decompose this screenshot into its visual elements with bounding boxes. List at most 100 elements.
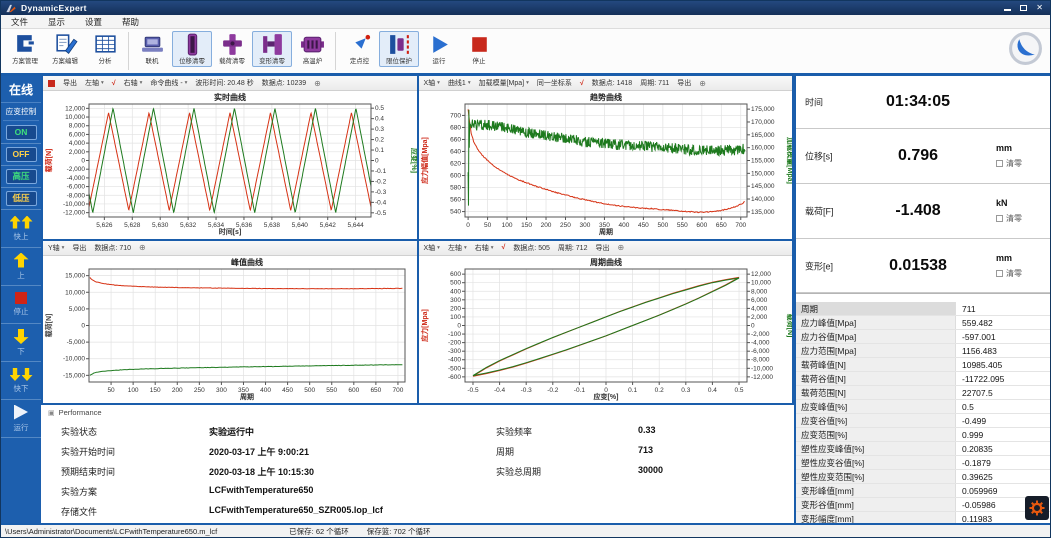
result-value: 0.20835 [956,442,1051,455]
menu-display[interactable]: 显示 [38,16,75,28]
result-row[interactable]: 应变谷值[%]-0.499 [796,414,1051,428]
svg-text:5,000: 5,000 [69,305,86,312]
chart-header-pin[interactable]: ⊕ [699,79,706,88]
menu-file[interactable]: 文件 [1,16,38,28]
maximize-button[interactable] [1020,5,1027,11]
chart-header-wave-time[interactable]: 波形时间: 20.48 秒 [195,78,253,88]
result-row[interactable]: 塑性应变范围[%]0.39625 [796,470,1051,484]
chart-header-data-points[interactable]: 数据点: 710 [94,243,131,253]
toolbar-scheme-edit[interactable]: 方案编辑 [45,31,85,67]
result-label: 应力范围[Mpa] [796,344,956,357]
toolbar-scheme-manage[interactable]: 方案管理 [5,31,45,67]
chart-header-check[interactable]: √ [501,244,505,251]
high-pressure-button[interactable]: 高压 [6,169,37,184]
result-row[interactable]: 变形幅度[mm]0.11983 [796,512,1051,523]
chart-header-right-axis[interactable]: 右轴▾ [475,243,494,253]
checkbox-label: 清零 [1006,158,1022,169]
chart-header-export[interactable]: 导出 [63,78,77,88]
chart-header-cycle[interactable]: 周期: 711 [640,78,669,88]
chart-header-cycle[interactable]: 周期: 712 [558,243,588,253]
zero-checkbox[interactable]: 清零 [996,213,1022,224]
chart-header-data-points[interactable]: 数据点: 1418 [592,78,632,88]
chart-header-command-curve[interactable]: 命令曲线 -▾ [150,78,187,88]
result-row[interactable]: 塑性应变谷值[%]-0.1879 [796,456,1051,470]
chart-header-check[interactable]: √ [580,80,584,87]
result-row[interactable]: 塑性应变峰值[%]0.20835 [796,442,1051,456]
jog-up[interactable]: 上 [1,248,41,286]
chart-header-pin[interactable]: ⊕ [314,79,321,88]
off-button[interactable]: OFF [6,147,37,162]
svg-text:时间[s]: 时间[s] [219,227,242,236]
result-row[interactable]: 应力峰值[Mpa]559.482 [796,316,1051,330]
result-row[interactable]: 载荷谷值[N]-11722.095 [796,372,1051,386]
chart-header-export[interactable]: 导出 [595,243,609,253]
chart-header-label: 波形时间: 20.48 秒 [195,78,253,88]
result-row[interactable]: 应力谷值[Mpa]-597.001 [796,330,1051,344]
zero-checkbox[interactable]: 清零 [996,158,1022,169]
result-row[interactable]: 载荷峰值[N]10985.405 [796,358,1051,372]
svg-text:640: 640 [450,148,461,155]
chart-header-y-axis[interactable]: Y轴▾ [48,243,64,253]
chart-header-export[interactable]: 导出 [72,243,86,253]
chart-header-pin[interactable]: ⊕ [617,243,624,252]
result-row[interactable]: 周期711 [796,302,1051,316]
result-row[interactable]: 应变范围[%]0.999 [796,428,1051,442]
toolbar-connect[interactable]: 联机 [132,31,172,67]
chart-header-right-axis[interactable]: 右轴▾ [124,78,143,88]
chart-header-x-axis[interactable]: X轴▾ [424,78,440,88]
toolbar-stop[interactable]: 停止 [459,31,499,67]
toolbar-run[interactable]: 运行 [419,31,459,67]
chart-header-left-axis[interactable]: 左轴▾ [85,78,104,88]
chart-header-label: 右轴 [124,78,138,88]
jog-stop[interactable]: 停止 [1,286,41,324]
chart-header-data-points[interactable]: 数据点: 505 [513,243,550,253]
chart-marker-icon[interactable] [48,80,55,87]
menu-help[interactable]: 帮助 [112,16,149,28]
minimize-button[interactable] [1004,9,1011,11]
low-pressure-button[interactable]: 低压 [6,191,37,206]
chart-header-x-axis[interactable]: X轴▾ [424,243,440,253]
toolbar-limit-protect[interactable]: 限位保护 [379,31,419,67]
toolbar-furnace[interactable]: 高温炉 [292,31,332,67]
settings-gear-icon[interactable] [1025,496,1049,520]
close-button[interactable]: ✕ [1036,4,1043,12]
chart-header-data-points[interactable]: 数据点: 10239 [262,78,306,88]
result-row[interactable]: 应变峰值[%]0.5 [796,400,1051,414]
menu-settings[interactable]: 设置 [75,16,112,28]
chart-panel-trend: X轴▾ 曲线1▾ 加载模量[Mpa]▾ 同一坐标系 √ 数据点: 1418 周期: 711 导… [419,76,793,239]
run-icon [427,33,452,56]
result-row[interactable]: 变形峰值[mm]0.059969 [796,484,1051,498]
toolbar-point-control[interactable]: 定点控 [339,31,379,67]
menu-bar: 文件显示设置帮助 [1,15,1050,29]
jog-run[interactable]: 运行 [1,400,41,438]
chart-header-left-axis-check[interactable]: √ [112,80,116,87]
jog-fast-down[interactable]: 快下 [1,362,41,400]
jog-fast-up[interactable]: 快上 [1,210,41,248]
result-value: 10985.405 [956,358,1051,371]
chart-header-same-coordinate[interactable]: 同一坐标系 [537,78,572,88]
zero-checkbox[interactable]: 清零 [996,268,1022,279]
chart-header-pin[interactable]: ⊕ [139,243,146,252]
toolbar-analysis[interactable]: 分析 [85,31,125,67]
toolbar-displacement-zero[interactable]: 位移清零 [172,31,212,67]
chart-header-load-modulus[interactable]: 加载模量[Mpa]▾ [479,78,529,88]
svg-text:5,632: 5,632 [180,222,197,229]
limit-protect-icon [387,33,412,56]
result-row[interactable]: 载荷范围[N]22707.5 [796,386,1051,400]
svg-text:-200: -200 [447,339,460,346]
svg-text:400: 400 [618,222,629,229]
toolbar-label: 高温炉 [302,56,321,65]
result-value: 1156.483 [956,344,1051,357]
result-row[interactable]: 应力范围[Mpa]1156.483 [796,344,1051,358]
toolbar-deform-zero[interactable]: 变形清零 [252,31,292,67]
toolbar-load-zero[interactable]: 载荷清零 [212,31,252,67]
on-button[interactable]: ON [6,125,37,140]
chart-header-curve-1[interactable]: 曲线1▾ [448,78,471,88]
result-row[interactable]: 变形谷值[mm]-0.05986 [796,498,1051,512]
toolbar-label: 限位保护 [386,56,412,65]
jog-down[interactable]: 下 [1,324,41,362]
chart-header-left-axis[interactable]: 左轴▾ [448,243,467,253]
svg-text:700: 700 [393,387,404,394]
stop-icon [15,292,27,304]
chart-header-export[interactable]: 导出 [677,78,691,88]
